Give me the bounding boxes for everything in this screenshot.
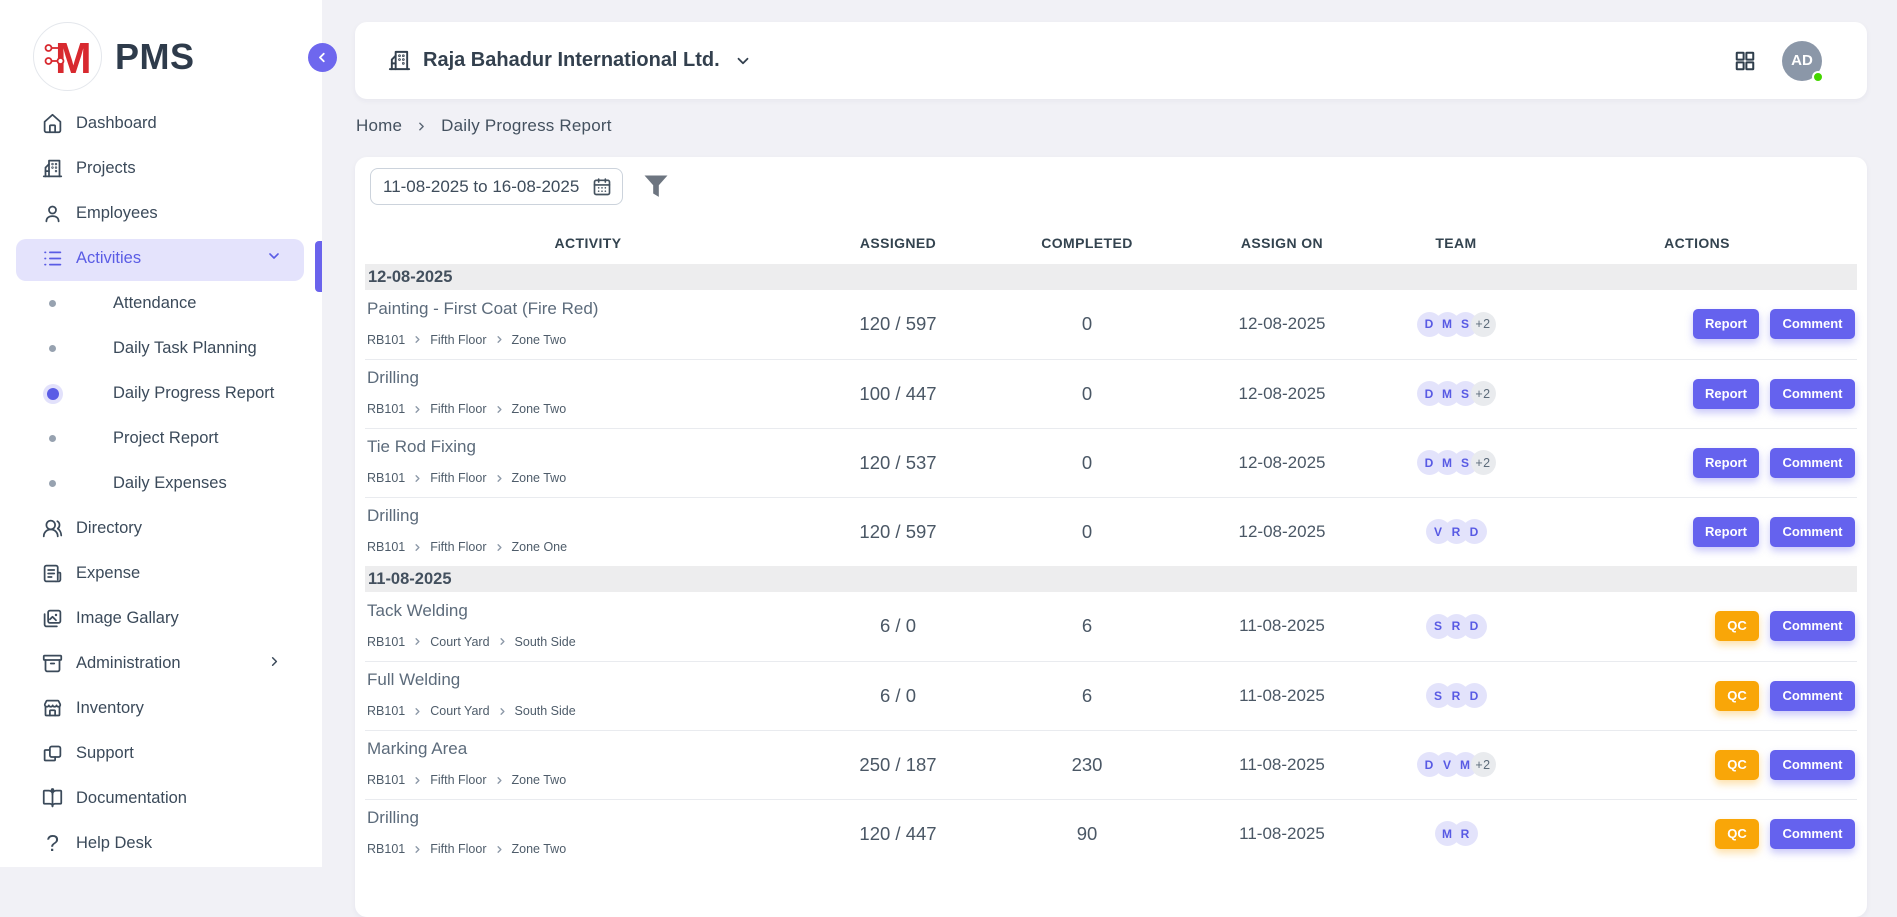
svg-text:M: M	[55, 36, 91, 78]
